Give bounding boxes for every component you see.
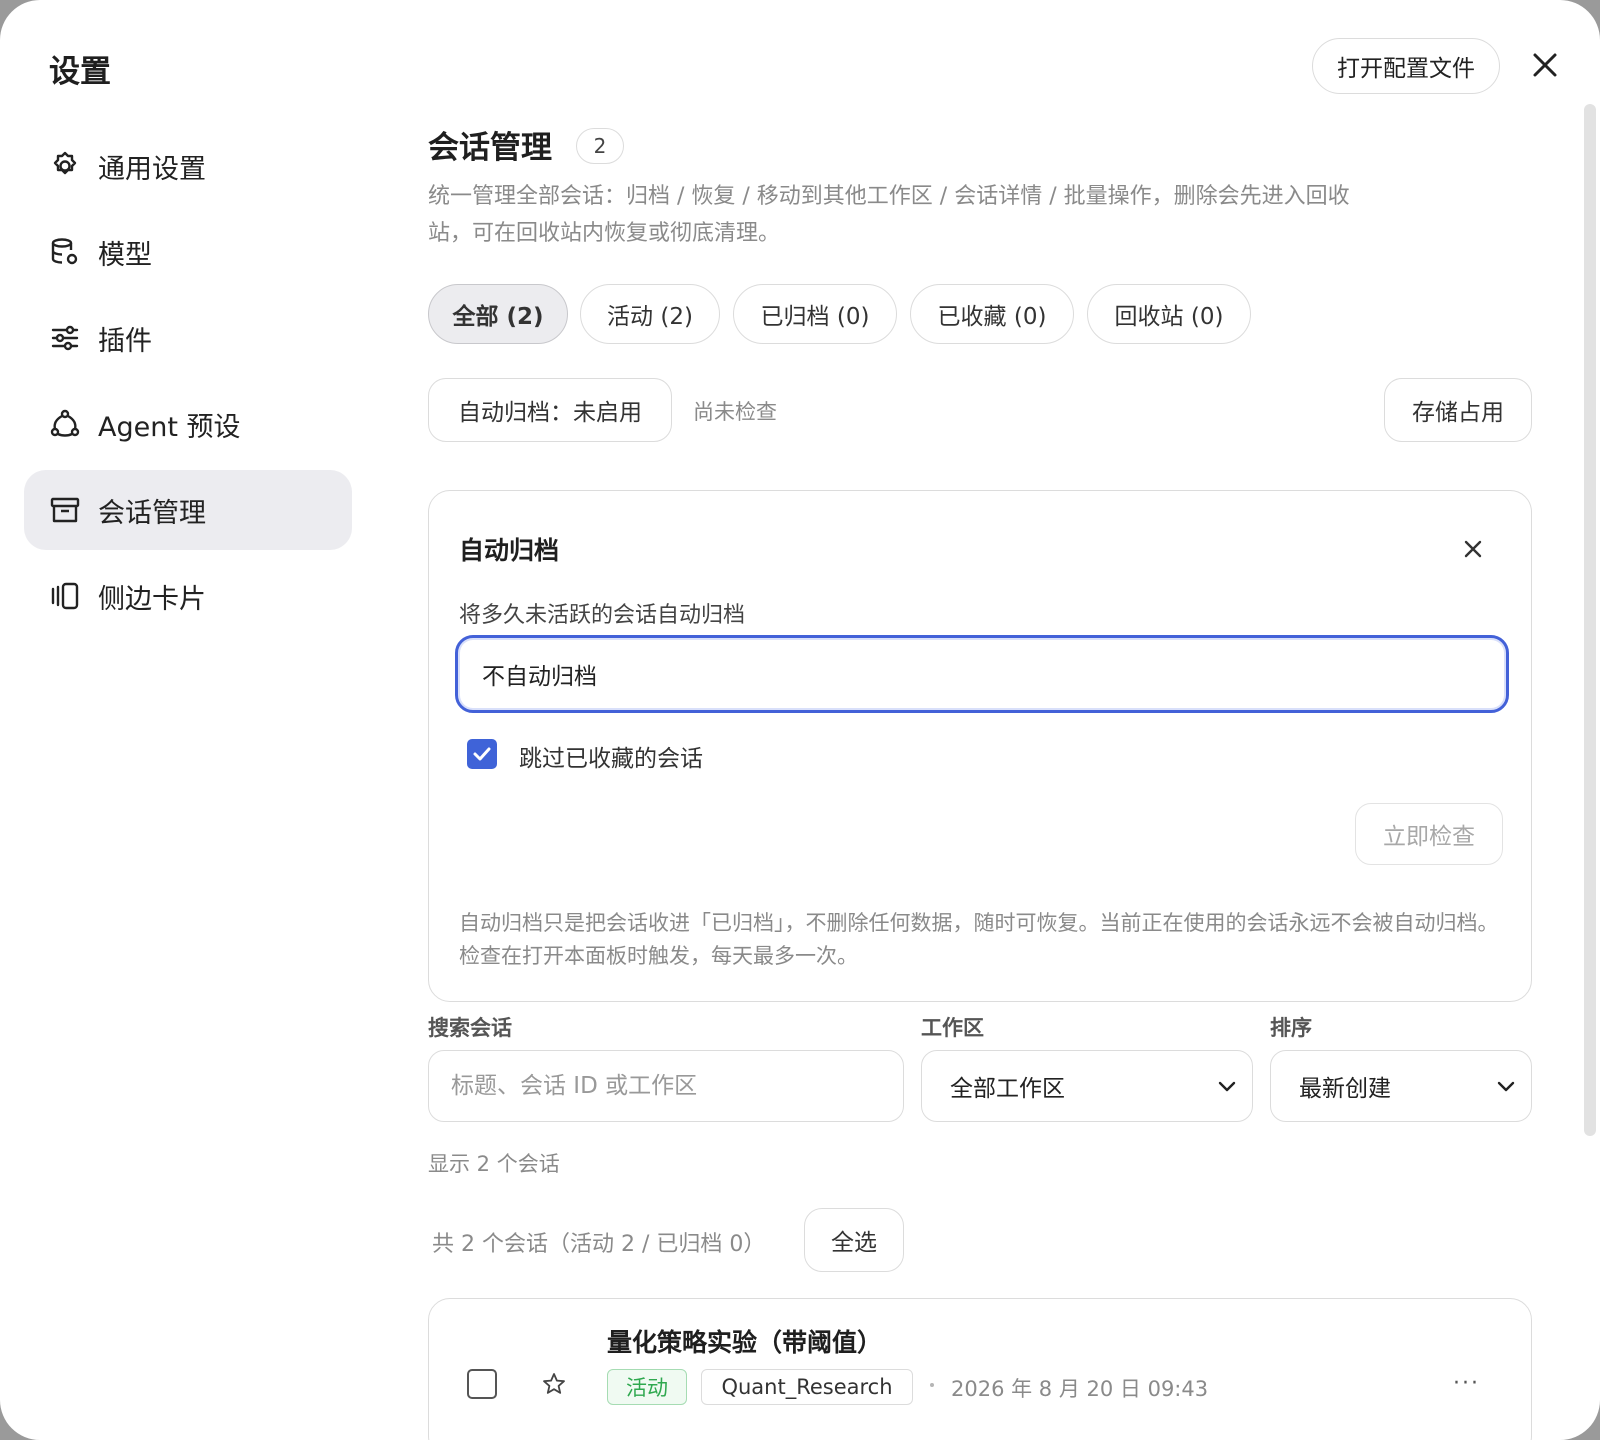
archive-box-icon [48,493,82,527]
auto-archive-panel: 自动归档 将多久未活跃的会话自动归档 不自动归档 跳过已收藏的会话 立即检查 自… [428,490,1532,1002]
panel-title: 自动归档 [459,536,560,565]
sidebar-item-general[interactable]: 通用设置 [24,126,352,206]
panel-note: 自动归档只是把会话收进「已归档」，不删除任何数据，随时可恢复。当前正在使用的会话… [459,911,1499,968]
workspace-select-value: 全部工作区 [950,1076,1065,1102]
auto-archive-status-button[interactable]: 自动归档：未启用 [428,378,672,442]
conversation-checkbox[interactable] [467,1369,497,1399]
sidebar-item-label: Agent 预设 [98,411,241,443]
conversation-card[interactable]: 量化策略实验（带阈值） 活动 Quant_Research 2026 年 8 月… [428,1298,1532,1440]
tab-archived[interactable]: 已归档 (0) [733,284,897,344]
workspace-badge: Quant_Research [701,1369,913,1405]
page-description: 统一管理全部会话：归档 / 恢复 / 移动到其他工作区 / 会话详情 / 批量操… [428,184,1350,246]
workspace-select[interactable]: 全部工作区 [921,1050,1253,1122]
sidebar-item-plugins[interactable]: 插件 [24,298,352,378]
tab-starred[interactable]: 已收藏 (0) [910,284,1074,344]
select-all-button[interactable]: 全选 [804,1208,904,1272]
star-icon[interactable] [541,1371,567,1397]
storage-usage-button[interactable]: 存储占用 [1384,378,1532,442]
open-config-button[interactable]: 打开配置文件 [1312,38,1500,94]
conversation-title[interactable]: 量化策略实验（带阈值） [607,1323,882,1359]
archive-period-select[interactable]: 不自动归档 [455,635,1509,713]
close-icon[interactable] [1528,48,1562,82]
side-card-icon [48,579,82,613]
count-badge: 2 [576,128,624,164]
skip-starred-label[interactable]: 跳过已收藏的会话 [519,739,703,773]
sidebar-item-conversations[interactable]: 会话管理 [24,470,352,550]
sidebar-item-label: 侧边卡片 [98,583,206,615]
skip-starred-checkbox[interactable] [467,739,497,769]
separator-dot [930,1383,934,1387]
sort-select[interactable]: 最新创建 [1270,1050,1532,1122]
sidebar-item-label: 通用设置 [98,153,206,185]
sort-select-value: 最新创建 [1299,1076,1391,1102]
check-now-button[interactable]: 立即检查 [1355,803,1503,865]
page-title: 会话管理 [428,130,552,166]
tab-trash[interactable]: 回收站 (0) [1087,284,1251,344]
sidebar-item-label: 模型 [98,239,152,271]
search-input[interactable] [428,1050,904,1122]
scrollbar[interactable] [1584,104,1596,1136]
chevron-down-icon [1216,1075,1238,1097]
settings-dialog: 设置 打开配置文件 通用设置 模型 插件 Agent 预设 会话管理 侧边卡片 … [0,0,1600,1440]
archive-period-label: 将多久未活跃的会话自动归档 [459,603,746,628]
tab-active[interactable]: 活动 (2) [580,284,720,344]
total-summary: 共 2 个会话（活动 2 / 已归档 0） [432,1232,766,1257]
dialog-title: 设置 [49,54,111,90]
conversation-time: 2026 年 8 月 20 日 09:43 [951,1377,1209,1401]
chevron-down-icon [1495,1075,1517,1097]
workspace-label: 工作区 [921,1016,984,1040]
agent-icon [48,407,82,441]
status-note: 尚未检查 [693,400,777,424]
close-icon[interactable] [1461,537,1485,561]
sort-label: 排序 [1270,1016,1312,1040]
gear-icon [48,149,82,183]
sidebar-item-label: 会话管理 [98,497,206,529]
tab-all[interactable]: 全部 (2) [428,284,568,344]
sidebar-item-label: 插件 [98,325,152,357]
status-badge: 活动 [607,1369,687,1405]
sidebar-item-agent-presets[interactable]: Agent 预设 [24,384,352,464]
search-label: 搜索会话 [428,1016,512,1040]
showing-count: 显示 2 个会话 [428,1152,560,1176]
sidebar-item-models[interactable]: 模型 [24,212,352,292]
sidebar-item-side-cards[interactable]: 侧边卡片 [24,556,352,636]
database-gear-icon [48,235,82,269]
more-icon[interactable]: ··· [1453,1371,1480,1396]
sliders-icon [48,321,82,355]
